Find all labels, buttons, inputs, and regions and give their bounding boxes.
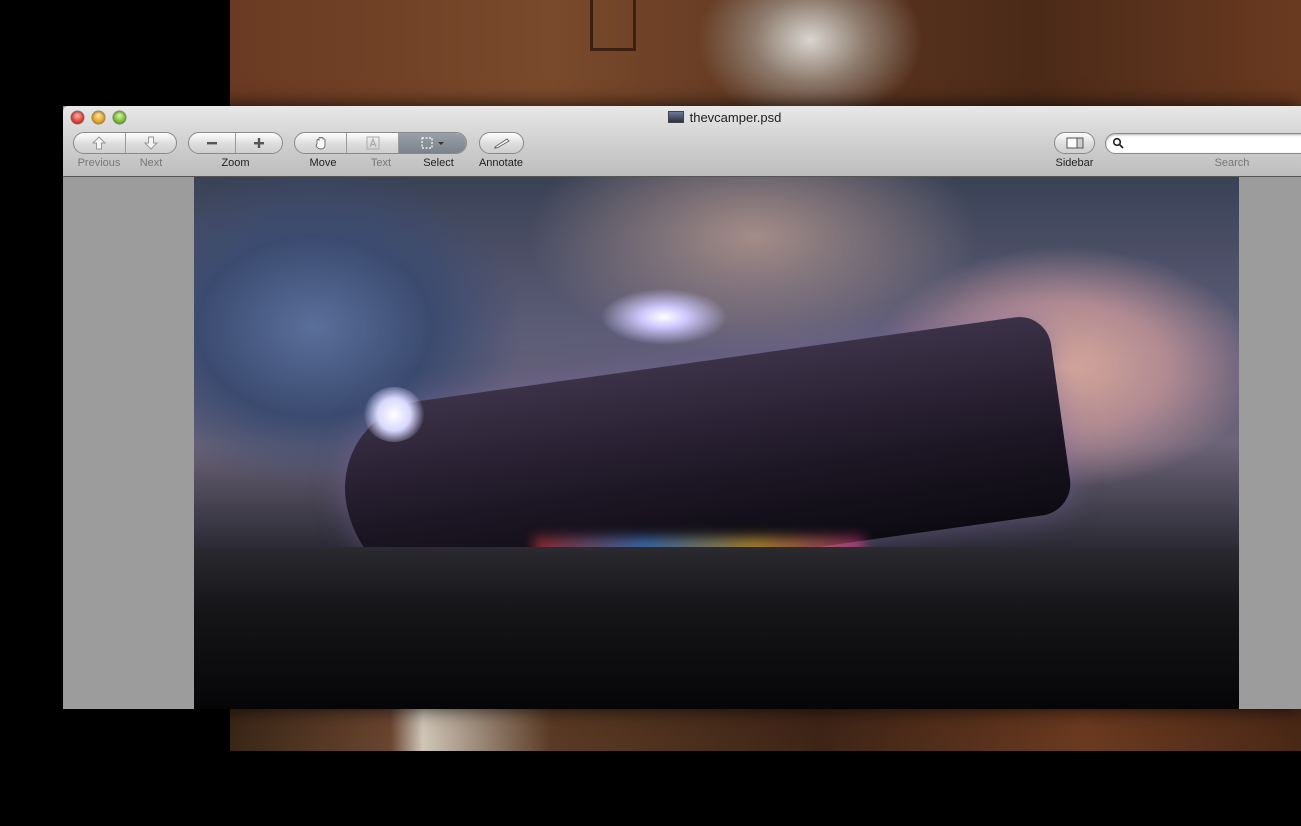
document-icon <box>667 111 684 123</box>
select-tool-button[interactable] <box>399 133 466 153</box>
annotate-control <box>479 132 524 154</box>
next-button[interactable] <box>126 133 177 153</box>
annotate-label: Annotate <box>478 157 524 169</box>
sidebar-icon <box>1066 137 1083 149</box>
zoom-label: Zoom <box>221 157 250 169</box>
pencil-icon <box>493 138 510 149</box>
ship-headlight <box>364 387 424 442</box>
text-tool-icon <box>366 136 380 150</box>
minus-icon <box>207 142 217 145</box>
annotate-button[interactable] <box>480 133 523 153</box>
move-tool-button[interactable] <box>295 133 348 153</box>
text-tool-button[interactable] <box>347 133 400 153</box>
plus-icon <box>254 138 264 148</box>
zoom-out-button[interactable] <box>189 133 236 153</box>
background-frame <box>590 0 636 51</box>
document-view[interactable] <box>63 177 1301 709</box>
previous-next-control <box>73 132 177 154</box>
next-label: Next <box>139 157 163 169</box>
arrow-up-icon <box>92 136 107 150</box>
sidebar-label: Sidebar <box>1055 157 1094 169</box>
zoom-control <box>188 132 283 154</box>
marquee-select-icon <box>421 137 444 149</box>
preview-window: thevcamper.psd Previous Next Zoom Move T… <box>63 106 1301 709</box>
window-title-text: thevcamper.psd <box>689 110 782 125</box>
window-title: thevcamper.psd <box>63 110 1301 125</box>
hand-icon <box>315 137 326 150</box>
select-label: Select <box>423 157 454 169</box>
zoom-in-button[interactable] <box>236 133 282 153</box>
text-label: Text <box>370 157 392 169</box>
previous-label: Previous <box>77 157 121 169</box>
sidebar-control <box>1054 132 1095 154</box>
arrow-down-icon <box>143 136 158 150</box>
magnifier-icon <box>1112 137 1124 152</box>
desktop-background-bottom <box>230 709 1301 751</box>
search-field[interactable] <box>1105 133 1301 154</box>
sidebar-button[interactable] <box>1055 133 1094 153</box>
titlebar-toolbar: thevcamper.psd Previous Next Zoom Move T… <box>63 106 1301 177</box>
tool-mode-control <box>294 132 467 154</box>
search-label: Search <box>1214 157 1250 169</box>
previous-button[interactable] <box>74 133 126 153</box>
document-image[interactable] <box>194 177 1239 709</box>
move-label: Move <box>309 157 337 169</box>
rocky-ground <box>194 547 1239 709</box>
search-input[interactable] <box>1126 135 1301 154</box>
